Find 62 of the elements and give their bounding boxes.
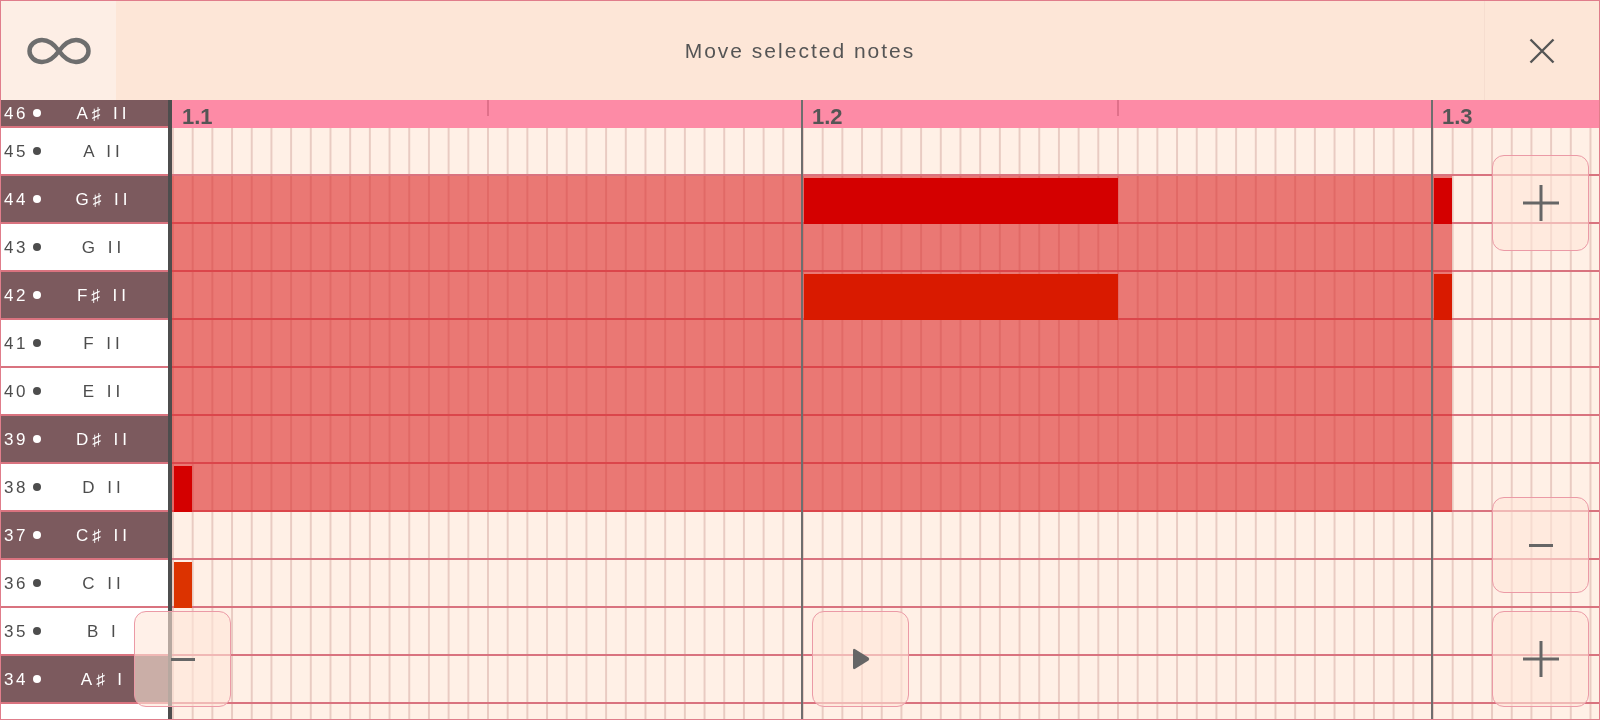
key-number: 39: [4, 430, 28, 448]
selection-band[interactable]: [172, 320, 1452, 368]
zoom-out-button[interactable]: [134, 611, 231, 707]
selection-band[interactable]: [172, 272, 1452, 320]
logo-button[interactable]: [1, 1, 116, 100]
minus-icon: [1528, 543, 1553, 547]
note-grid[interactable]: 1.1 1.2 1.3: [172, 100, 1599, 719]
infinity-icon: [25, 35, 92, 66]
selection-band[interactable]: [172, 224, 1452, 272]
zoom-in-button[interactable]: [1492, 611, 1589, 707]
key-number: 42: [4, 286, 28, 304]
piano-key[interactable]: 39 D♯ II: [1, 416, 168, 464]
note-name: B I: [87, 622, 120, 640]
plus-icon: [1522, 185, 1559, 221]
zoom-in-button[interactable]: [1492, 155, 1589, 251]
note-name: A♯ II: [76, 104, 131, 122]
note-block[interactable]: [1433, 178, 1453, 224]
note-name: G II: [81, 238, 126, 256]
note-name: A♯ I: [80, 670, 127, 688]
timeline-ruler[interactable]: 1.1 1.2 1.3: [172, 100, 1599, 128]
selection-band[interactable]: [172, 368, 1452, 416]
play-icon: [851, 648, 870, 670]
screen-title: Move selected notes: [684, 37, 916, 64]
beat-label: 1.2: [812, 106, 843, 128]
key-number: 43: [4, 238, 28, 256]
note-name: F II: [83, 334, 124, 352]
play-button[interactable]: [812, 611, 909, 707]
plus-icon: [1522, 641, 1559, 677]
note-block[interactable]: [173, 562, 193, 608]
piano-key[interactable]: 46 A♯ II: [1, 100, 168, 128]
note-name: D♯ II: [76, 430, 131, 448]
piano-key[interactable]: 37 C♯ II: [1, 512, 168, 560]
note-name: D II: [82, 478, 125, 496]
note-name: A II: [83, 142, 124, 160]
piano-key[interactable]: 34 A♯ I: [1, 656, 168, 704]
note-name: C II: [82, 574, 125, 592]
key-number: 44: [4, 190, 28, 208]
piano-key[interactable]: 44 G♯ II: [1, 176, 168, 224]
note-name: E II: [82, 382, 125, 400]
note-name: F♯ II: [76, 286, 130, 304]
minus-icon: [170, 657, 195, 661]
note-name: C♯ II: [76, 526, 131, 544]
note-block[interactable]: [173, 466, 193, 512]
key-number: 35: [4, 622, 28, 640]
piano-key[interactable]: 42 F♯ II: [1, 272, 168, 320]
key-number: 46: [4, 104, 28, 122]
note-block[interactable]: [1433, 274, 1453, 320]
beat-label: 1.3: [1442, 106, 1473, 128]
zoom-out-button[interactable]: [1492, 497, 1589, 593]
selection-band[interactable]: [172, 416, 1452, 464]
beat-label: 1.1: [182, 106, 213, 128]
key-number: 36: [4, 574, 28, 592]
key-number: 41: [4, 334, 28, 352]
key-number: 40: [4, 382, 28, 400]
key-number: 38: [4, 478, 28, 496]
note-name: G♯ II: [75, 190, 132, 208]
close-icon: [1529, 37, 1555, 64]
key-number: 37: [4, 526, 28, 544]
selection-band[interactable]: [172, 176, 1452, 224]
key-number: 34: [4, 670, 28, 688]
selection-band[interactable]: [172, 464, 1452, 512]
key-number: 45: [4, 142, 28, 160]
